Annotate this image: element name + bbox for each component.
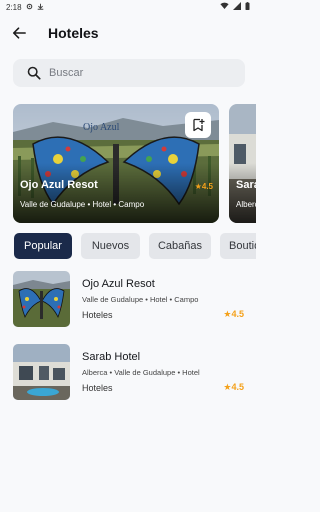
hotel-thumbnail bbox=[13, 271, 70, 327]
chip-boutique[interactable]: Boutique bbox=[220, 233, 256, 259]
search-bar[interactable] bbox=[13, 59, 245, 87]
bookmark-button[interactable] bbox=[185, 112, 211, 138]
sign-text: Ojo Azul bbox=[83, 122, 120, 133]
featured-carousel[interactable]: Ojo Azul Ojo Azul Resot ★4.5 Valle de Gu… bbox=[0, 104, 256, 224]
search-input[interactable] bbox=[49, 63, 239, 83]
status-time: 2:18 bbox=[6, 2, 22, 12]
arrow-back-icon bbox=[12, 27, 26, 39]
list-item[interactable]: Ojo Azul Resot Valle de Gudalupe • Hotel… bbox=[13, 271, 245, 327]
featured-subtitle: Valle de Gudalupe • Hotel • Campo bbox=[20, 200, 145, 209]
hotel-subtitle: Valle de Gudalupe • Hotel • Campo bbox=[82, 295, 199, 304]
chip-cabanas[interactable]: Cabañas bbox=[149, 233, 211, 259]
search-icon bbox=[27, 66, 41, 80]
featured-card-sarab[interactable]: Sarab Hotel Alberca • Valle de Gudalupe … bbox=[229, 104, 256, 223]
app-header: Hoteles bbox=[0, 18, 256, 48]
card-shade bbox=[13, 163, 219, 223]
hotel-thumbnail bbox=[13, 344, 70, 400]
featured-card-ojo-azul[interactable]: Ojo Azul Ojo Azul Resot ★4.5 Valle de Gu… bbox=[13, 104, 219, 223]
filter-chips: Popular Nuevos Cabañas Boutique bbox=[0, 233, 256, 259]
hotel-rating: ★4.5 bbox=[223, 309, 244, 319]
hotel-name: Sarab Hotel bbox=[82, 351, 141, 363]
page-title: Hoteles bbox=[48, 25, 99, 41]
hotel-category: Hoteles bbox=[82, 383, 113, 393]
hotel-category: Hoteles bbox=[82, 310, 113, 320]
hotel-subtitle: Alberca • Valle de Gudalupe • Hotel bbox=[82, 368, 200, 377]
hotel-name: Ojo Azul Resot bbox=[82, 278, 155, 290]
status-bar: 2:18 bbox=[0, 0, 256, 14]
hotel-rating: ★4.5 bbox=[223, 382, 244, 392]
list-item[interactable]: Sarab Hotel Alberca • Valle de Gudalupe … bbox=[13, 344, 245, 400]
featured-subtitle: Alberca • Valle de Gudalupe • Hotel bbox=[236, 200, 256, 209]
battery-icon bbox=[245, 2, 250, 12]
signal-icon bbox=[233, 2, 241, 12]
wifi-icon bbox=[220, 2, 229, 12]
featured-name: Ojo Azul Resot bbox=[20, 179, 98, 191]
download-icon bbox=[37, 3, 44, 12]
featured-name: Sarab Hotel bbox=[236, 179, 256, 191]
bookmark-add-icon bbox=[192, 118, 204, 132]
star-icon: ★ bbox=[194, 182, 202, 191]
back-button[interactable] bbox=[8, 22, 30, 44]
card-shade bbox=[229, 163, 256, 223]
settings-icon bbox=[26, 3, 33, 12]
chip-nuevos[interactable]: Nuevos bbox=[81, 233, 140, 259]
featured-rating: ★4.5 bbox=[194, 182, 213, 191]
chip-popular[interactable]: Popular bbox=[14, 233, 72, 259]
